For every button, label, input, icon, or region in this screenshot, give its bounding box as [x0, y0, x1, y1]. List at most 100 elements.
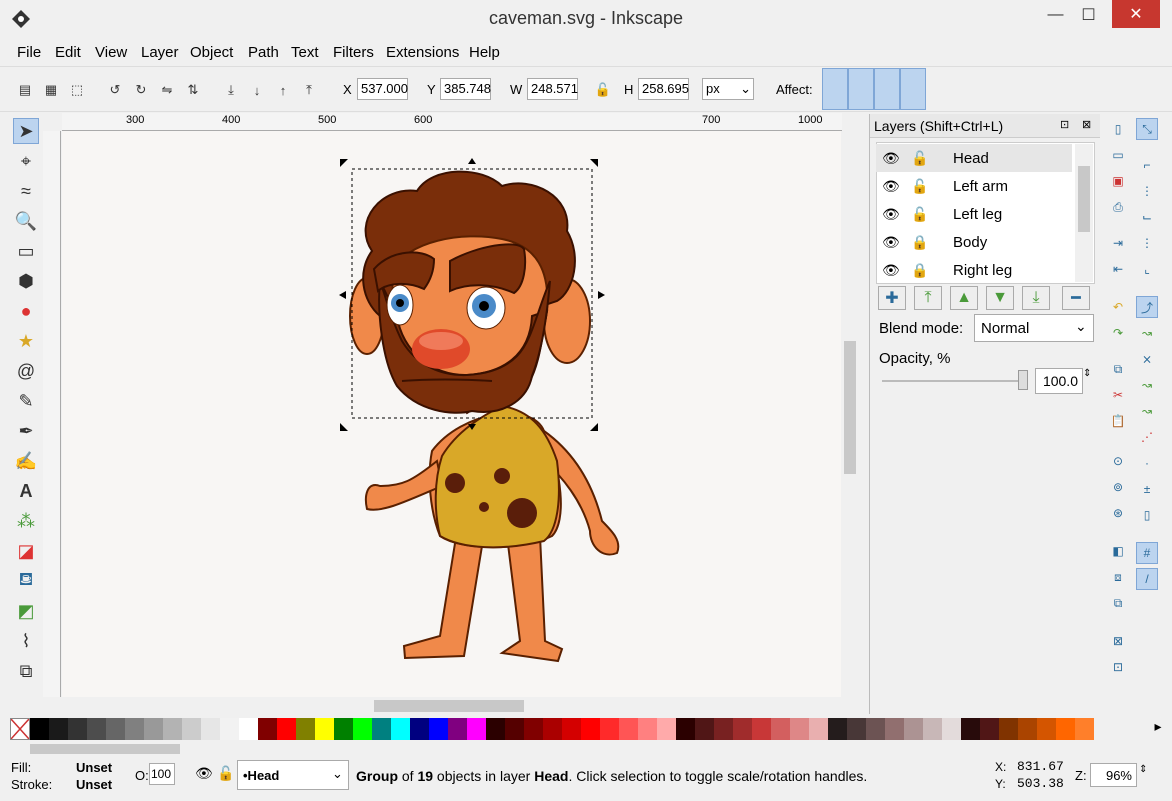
snap-intersections-icon[interactable]: ⨯: [1136, 348, 1158, 370]
vertical-ruler[interactable]: [43, 131, 61, 697]
open-icon[interactable]: ▭: [1107, 144, 1129, 166]
3d-box-tool-icon[interactable]: ⬢: [13, 268, 39, 294]
rotate-cw-icon[interactable]: ↻: [130, 79, 152, 101]
eye-icon[interactable]: 👁: [882, 178, 900, 195]
palette-swatch[interactable]: [733, 718, 752, 740]
menu-file[interactable]: File: [17, 44, 41, 61]
menu-help[interactable]: Help: [469, 44, 500, 61]
horizontal-scroll-thumb[interactable]: [374, 700, 524, 712]
unlocked-icon[interactable]: 🔓: [911, 206, 928, 223]
palette-swatch[interactable]: [239, 718, 258, 740]
close-button[interactable]: ✕: [1112, 0, 1160, 28]
palette-swatch[interactable]: [980, 718, 999, 740]
y-field[interactable]: 385.748: [440, 78, 491, 100]
palette-swatch[interactable]: [790, 718, 809, 740]
palette-swatch[interactable]: [68, 718, 87, 740]
palette-swatch[interactable]: [961, 718, 980, 740]
locked-icon[interactable]: 🔒: [911, 234, 928, 251]
export-icon[interactable]: ⇤: [1107, 258, 1129, 280]
palette-swatch[interactable]: [942, 718, 961, 740]
palette-swatch[interactable]: [410, 718, 429, 740]
zoom-selection-icon[interactable]: ⊙: [1107, 450, 1129, 472]
pencil-tool-icon[interactable]: ✎: [13, 388, 39, 414]
snap-page-border-icon[interactable]: ▯: [1136, 504, 1158, 526]
palette-swatch[interactable]: [486, 718, 505, 740]
import-icon[interactable]: ⇥: [1107, 232, 1129, 254]
raise-layer-button[interactable]: ▲: [950, 286, 978, 310]
snap-grid-icon[interactable]: #: [1136, 542, 1158, 564]
flip-vertical-icon[interactable]: ⇅: [182, 79, 204, 101]
node-tool-icon[interactable]: ⌖: [13, 148, 39, 174]
layers-scrollbar[interactable]: [1075, 144, 1093, 282]
clone-icon[interactable]: ◧: [1107, 540, 1129, 562]
no-paint-swatch[interactable]: [10, 718, 30, 740]
layer-row-body[interactable]: 👁 🔒 Body: [876, 228, 1072, 256]
spin-arrows-icon[interactable]: ⇕: [1139, 764, 1147, 775]
snap-cusp-nodes-icon[interactable]: ↝: [1136, 374, 1158, 396]
select-all-icon[interactable]: ▤: [14, 79, 36, 101]
opacity-slider[interactable]: [882, 380, 1028, 382]
deselect-icon[interactable]: ⬚: [66, 79, 88, 101]
opacity-field[interactable]: 100.0: [1035, 368, 1083, 394]
undo-icon[interactable]: ↶: [1107, 296, 1129, 318]
unit-select[interactable]: px ⌄: [702, 78, 754, 100]
tweak-tool-icon[interactable]: ≈: [13, 178, 39, 204]
palette-swatch[interactable]: [163, 718, 182, 740]
palette-swatch[interactable]: [448, 718, 467, 740]
palette-swatch[interactable]: [562, 718, 581, 740]
palette-swatch[interactable]: [1075, 718, 1094, 740]
palette-swatch[interactable]: [315, 718, 334, 740]
raise-icon[interactable]: ↑: [272, 79, 294, 101]
eye-icon[interactable]: 👁: [882, 150, 900, 167]
snap-guides-icon[interactable]: /: [1136, 568, 1158, 590]
unlocked-icon[interactable]: 🔓: [911, 150, 928, 167]
palette-swatch[interactable]: [885, 718, 904, 740]
drawing-canvas[interactable]: [62, 131, 841, 697]
affect-stroke-button[interactable]: [822, 68, 848, 110]
palette-swatch[interactable]: [49, 718, 68, 740]
snap-nodes-icon[interactable]: ⤴: [1136, 296, 1158, 318]
text-font-icon[interactable]: ⊡: [1107, 656, 1129, 678]
maximize-button[interactable]: ☐: [1066, 0, 1111, 30]
palette-swatch[interactable]: [714, 718, 733, 740]
unlocked-icon[interactable]: 🔓: [911, 178, 928, 195]
snap-bbox-centers-icon[interactable]: ⌞: [1136, 258, 1158, 280]
palette-swatch[interactable]: [220, 718, 239, 740]
x-field[interactable]: 537.000: [357, 78, 408, 100]
fill-stroke-icon[interactable]: ⊠: [1107, 630, 1129, 652]
snap-paths-icon[interactable]: ↝: [1136, 322, 1158, 344]
palette-swatch[interactable]: [866, 718, 885, 740]
palette-swatch[interactable]: [258, 718, 277, 740]
palette-swatch[interactable]: [999, 718, 1018, 740]
palette-swatch[interactable]: [505, 718, 524, 740]
palette-scroll-thumb[interactable]: [30, 744, 180, 754]
lower-to-bottom-icon[interactable]: ⤓: [220, 79, 242, 101]
pen-tool-icon[interactable]: ✒: [13, 418, 39, 444]
palette-swatch[interactable]: [144, 718, 163, 740]
palette-swatch[interactable]: [467, 718, 486, 740]
snap-midpoints-icon[interactable]: ⋰: [1136, 426, 1158, 448]
palette-swatch[interactable]: [809, 718, 828, 740]
palette-swatch[interactable]: [771, 718, 790, 740]
lower-layer-to-bottom-button[interactable]: ⤓: [1022, 286, 1050, 310]
palette-swatch[interactable]: [106, 718, 125, 740]
new-document-icon[interactable]: ▯: [1107, 118, 1129, 140]
rotate-ccw-icon[interactable]: ↺: [104, 79, 126, 101]
palette-swatch[interactable]: [904, 718, 923, 740]
stroke-value[interactable]: Unset: [76, 777, 112, 792]
spin-arrows-icon[interactable]: ⇕: [1083, 368, 1091, 379]
vertical-scrollbar[interactable]: [841, 131, 859, 697]
horizontal-scrollbar[interactable]: [62, 697, 841, 715]
palette-swatch[interactable]: [125, 718, 144, 740]
eye-icon[interactable]: 👁: [882, 206, 900, 223]
panel-iconify-icon[interactable]: ⊡: [1060, 118, 1069, 131]
unlocked-icon[interactable]: 🔓: [217, 765, 234, 782]
palette-swatch[interactable]: [277, 718, 296, 740]
connector-tool-icon[interactable]: ⧉: [13, 658, 39, 684]
palette-swatch[interactable]: [391, 718, 410, 740]
gradient-tool-icon[interactable]: ◩: [13, 598, 39, 624]
blend-mode-select[interactable]: Normal ⌄: [974, 314, 1094, 342]
ellipse-tool-icon[interactable]: ●: [13, 298, 39, 324]
copy-icon[interactable]: ⧉: [1107, 358, 1129, 380]
layer-row-left-arm[interactable]: 👁 🔓 Left arm: [876, 172, 1072, 200]
